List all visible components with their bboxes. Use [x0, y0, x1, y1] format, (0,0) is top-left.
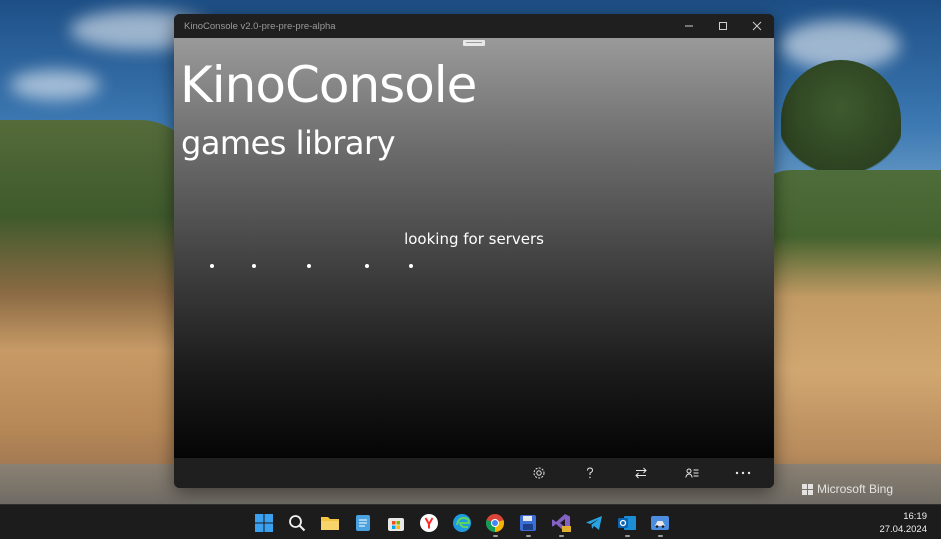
more-icon: [735, 471, 750, 475]
bing-watermark-text: Microsoft Bing: [816, 482, 893, 496]
running-indicator: [493, 535, 498, 537]
search-icon[interactable]: [287, 513, 307, 533]
telegram-icon[interactable]: [584, 513, 604, 533]
more-button[interactable]: [717, 458, 768, 488]
progress-dot: [365, 264, 369, 268]
switch-icon: [634, 467, 647, 479]
window-titlebar[interactable]: KinoConsole v2.0-pre-pre-pre-alpha: [174, 14, 774, 38]
minimize-icon: [685, 25, 693, 27]
help-button[interactable]: [564, 458, 615, 488]
microsoft-store-icon[interactable]: [386, 513, 406, 533]
page-subtitle: games library: [181, 124, 396, 162]
window-controls: [672, 14, 774, 38]
progress-dot: [252, 264, 256, 268]
running-indicator: [658, 535, 663, 537]
status-text: looking for servers: [404, 230, 544, 248]
switch-button[interactable]: [615, 458, 666, 488]
running-indicator: [559, 535, 564, 537]
progress-dot: [210, 264, 214, 268]
cliff-left: [0, 120, 200, 504]
cloud: [10, 70, 100, 100]
system-clock[interactable]: 16:19 27.04.2024: [879, 510, 927, 536]
settings-button[interactable]: [513, 458, 564, 488]
settings-icon: [533, 467, 544, 479]
maximize-icon: [719, 22, 727, 30]
running-indicator: [625, 535, 630, 537]
clock-date: 27.04.2024: [879, 524, 927, 535]
help-icon: [586, 467, 593, 479]
close-button[interactable]: [740, 14, 774, 38]
progress-dot: [307, 264, 311, 268]
app-bar: [174, 458, 774, 488]
bing-watermark: Microsoft Bing: [801, 482, 893, 496]
running-indicator: [526, 535, 531, 537]
remote-desktop-icon[interactable]: [650, 513, 670, 533]
maximize-button[interactable]: [706, 14, 740, 38]
outlook-icon[interactable]: [617, 513, 637, 533]
close-icon: [752, 21, 762, 31]
file-explorer-icon[interactable]: [320, 513, 340, 533]
clock-time: 16:19: [903, 511, 927, 522]
account-list-icon: [684, 468, 698, 478]
app-content: KinoConsole games library looking for se…: [174, 38, 774, 458]
microsoft-logo-icon: [801, 483, 813, 495]
edge-icon[interactable]: [452, 513, 472, 533]
taskbar: 16:19 27.04.2024: [0, 504, 941, 539]
notepad-icon[interactable]: [353, 513, 373, 533]
progress-dot: [409, 264, 413, 268]
minimize-button[interactable]: [672, 14, 706, 38]
visual-studio-icon[interactable]: [551, 513, 571, 533]
yandex-browser-icon[interactable]: [419, 513, 439, 533]
app-title: KinoConsole: [180, 56, 477, 114]
window-title: KinoConsole v2.0-pre-pre-pre-alpha: [184, 20, 336, 32]
tree: [781, 60, 901, 180]
chrome-icon[interactable]: [485, 513, 505, 533]
save-app-icon[interactable]: [518, 513, 538, 533]
windows-start-icon[interactable]: [254, 513, 274, 533]
kinoconsole-window: KinoConsole v2.0-pre-pre-pre-alpha KinoC…: [174, 14, 774, 488]
drag-handle[interactable]: [463, 40, 485, 46]
cliff-right: [751, 170, 941, 504]
account-list-button[interactable]: [666, 458, 717, 488]
